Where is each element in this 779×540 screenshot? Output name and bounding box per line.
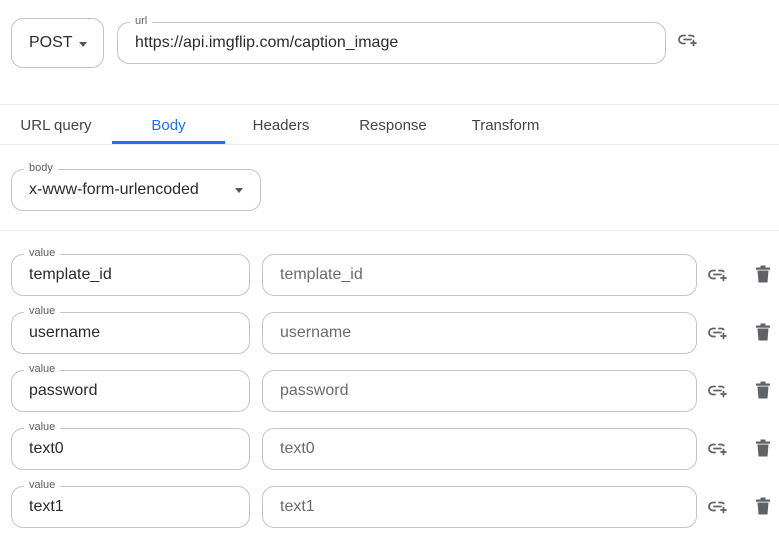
param-value: text1	[280, 498, 315, 515]
url-value: https://api.imgflip.com/caption_image	[135, 34, 399, 51]
url-field[interactable]: url https://api.imgflip.com/caption_imag…	[117, 14, 666, 64]
trash-icon[interactable]	[751, 262, 775, 286]
tab-transform[interactable]: Transform	[449, 106, 562, 144]
param-value: template_id	[280, 266, 363, 283]
param-key-value: text0	[29, 440, 64, 457]
add-link-icon[interactable]	[706, 321, 730, 345]
trash-icon[interactable]	[751, 436, 775, 460]
param-key-field[interactable]: value text1	[11, 478, 250, 528]
param-value: text0	[280, 440, 315, 457]
param-key-value: password	[29, 382, 98, 399]
tab-headers[interactable]: Headers	[225, 106, 337, 144]
param-key-field[interactable]: value password	[11, 362, 250, 412]
param-key-value: template_id	[29, 266, 112, 283]
tab-response[interactable]: Response	[337, 106, 449, 144]
body-type-label: body	[24, 161, 58, 175]
trash-icon[interactable]	[751, 378, 775, 402]
param-key-value: username	[29, 324, 101, 341]
trash-icon[interactable]	[751, 494, 775, 518]
param-key-field[interactable]: value text0	[11, 420, 250, 470]
body-type-select[interactable]: body x-www-form-urlencoded	[11, 161, 261, 211]
body-type-value: x-www-form-urlencoded	[29, 181, 199, 198]
tab-body[interactable]: Body	[112, 106, 225, 144]
tab-url-query[interactable]: URL query	[0, 106, 112, 144]
param-value-field[interactable]: text1	[262, 486, 697, 528]
add-link-icon[interactable]	[706, 379, 730, 403]
param-value-field[interactable]: text0	[262, 428, 697, 470]
request-editor: POST url https://api.imgflip.com/caption…	[0, 0, 779, 540]
param-key-field[interactable]: value username	[11, 304, 250, 354]
add-link-icon[interactable]	[706, 437, 730, 461]
chevron-down-icon	[79, 42, 87, 47]
param-key-label: value	[24, 362, 61, 376]
add-link-icon[interactable]	[706, 495, 730, 519]
divider	[0, 230, 779, 231]
param-key-label: value	[24, 304, 61, 318]
param-key-field[interactable]: value template_id	[11, 246, 250, 296]
param-value-field[interactable]: template_id	[262, 254, 697, 296]
add-link-icon[interactable]	[706, 263, 730, 287]
divider	[0, 144, 779, 145]
param-key-value: text1	[29, 498, 64, 515]
trash-icon[interactable]	[751, 320, 775, 344]
url-field-label: url	[130, 14, 153, 28]
param-value-field[interactable]: password	[262, 370, 697, 412]
param-value: username	[280, 324, 352, 341]
chevron-down-icon	[235, 188, 243, 193]
method-value: POST	[29, 34, 73, 51]
method-select[interactable]: POST	[11, 18, 104, 68]
param-key-label: value	[24, 420, 61, 434]
param-value-field[interactable]: username	[262, 312, 697, 354]
param-key-label: value	[24, 246, 61, 260]
add-link-icon[interactable]	[676, 28, 700, 52]
param-key-label: value	[24, 478, 61, 492]
divider	[0, 104, 779, 105]
param-value: password	[280, 382, 349, 399]
